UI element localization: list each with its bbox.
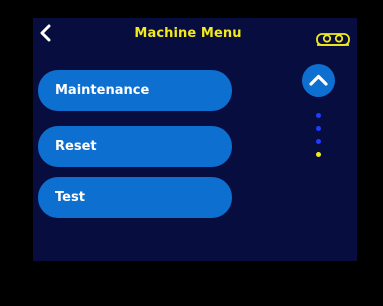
test-button[interactable]: Test [38,177,232,218]
reset-button[interactable]: Reset [38,126,232,167]
cassette-icon [316,33,350,46]
page-dot [316,139,321,144]
scroll-up-button[interactable] [302,64,335,97]
page-dot [316,113,321,118]
maintenance-button[interactable]: Maintenance [38,70,232,111]
page-dot [316,126,321,131]
machine-menu-screen: Machine Menu Maintenance Reset Test [33,18,357,261]
chevron-up-icon [309,74,328,86]
back-button[interactable] [37,24,55,42]
page-dot [316,152,321,157]
chevron-left-icon [40,24,51,42]
page-title: Machine Menu [134,26,242,41]
